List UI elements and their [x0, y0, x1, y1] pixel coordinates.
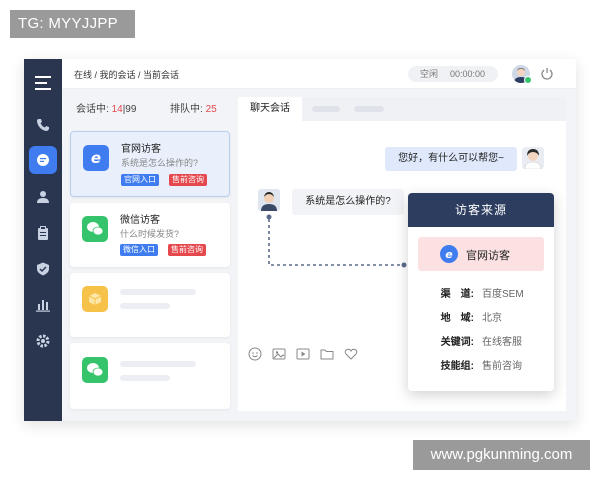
clipboard-icon[interactable] [31, 221, 55, 245]
visitor-source-name: 官网访客 [466, 250, 510, 262]
info-key: 技能组: [440, 361, 474, 372]
session-title: 微信访客 [120, 215, 160, 226]
power-icon[interactable] [540, 66, 554, 80]
tag-entry: 官网入口 [121, 174, 159, 186]
placeholder-line [120, 289, 196, 295]
info-row-skill-group: 技能组: 售前咨询 [408, 357, 554, 373]
watermark-bottom: www.pgkunming.com [413, 440, 590, 470]
session-card-placeholder[interactable] [70, 273, 230, 337]
tag-entry: 微信入口 [120, 244, 158, 256]
session-message: 系统是怎么操作的? [121, 158, 199, 168]
popup-title: 访客来源 [408, 193, 554, 227]
shield-icon[interactable] [31, 257, 55, 281]
app-window: 在线 / 我的会话 / 当前会话 空闲 00:00:00 会话中: 14|99 … [24, 59, 576, 421]
online-status-badge [524, 76, 532, 84]
session-list-panel: 会话中: 14|99 排队中: 25 e 官网访客 系统是怎么操作的? 官网入口… [70, 97, 230, 411]
info-value: 在线客服 [482, 337, 522, 348]
info-key: 渠 道: [440, 289, 474, 300]
visitor-source-badge: e 官网访客 [418, 237, 544, 271]
gear-icon[interactable] [31, 329, 55, 353]
session-card-website[interactable]: e 官网访客 系统是怎么操作的? 官网入口 售前咨询 [70, 131, 230, 197]
info-value: 北京 [482, 313, 502, 324]
session-timer: 00:00:00 [450, 69, 486, 79]
placeholder-line [120, 303, 170, 309]
session-message: 什么时候发货? [120, 229, 180, 239]
phone-icon[interactable] [31, 113, 55, 137]
breadcrumb: 在线 / 我的会话 / 当前会话 [74, 70, 180, 80]
session-card-wechat[interactable]: 微信访客 什么时候发货? 微信入口 售前咨询 [70, 203, 230, 267]
session-card-placeholder[interactable] [70, 343, 230, 409]
info-row-region: 地 域: 北京 [408, 309, 554, 325]
info-row-channel: 渠 道: 百度SEM [408, 285, 554, 301]
image-icon[interactable] [272, 347, 286, 361]
session-counts: 会话中: 14|99 排队中: 25 [70, 97, 230, 123]
info-row-keyword: 关键词: 在线客服 [408, 333, 554, 349]
tag-presales: 售前咨询 [169, 174, 207, 186]
wechat-logo-icon [82, 357, 108, 383]
sidebar [24, 59, 62, 421]
placeholder-line [120, 375, 170, 381]
svg-text:e: e [91, 150, 101, 166]
info-value: 百度SEM [482, 289, 524, 300]
ie-logo-icon: e [83, 145, 109, 171]
user-icon[interactable] [31, 185, 55, 209]
wechat-logo-icon [82, 216, 108, 242]
info-key: 关键词: [440, 337, 474, 348]
info-value: 售前咨询 [482, 361, 522, 372]
visitor-source-popup: 访客来源 e 官网访客 渠 道: 百度SEM 地 域: 北京 关键词: 在线客服… [408, 193, 554, 391]
svg-text:e: e [445, 248, 453, 260]
watermark-top: TG: MYYJJPP [10, 10, 135, 38]
bar-chart-icon[interactable] [31, 293, 55, 317]
menu-icon[interactable] [31, 71, 55, 95]
info-key: 地 域: [440, 313, 474, 324]
in-session-count: 会话中: 14|99 [76, 104, 137, 115]
video-icon[interactable] [296, 347, 310, 361]
status-pill[interactable]: 空闲 00:00:00 [408, 66, 498, 82]
heart-icon[interactable] [344, 347, 358, 361]
placeholder-line [120, 361, 196, 367]
top-bar: 在线 / 我的会话 / 当前会话 空闲 00:00:00 [62, 59, 576, 89]
box-icon [82, 286, 108, 312]
session-title: 官网访客 [121, 144, 161, 155]
status-label: 空闲 [420, 69, 439, 79]
emoji-icon[interactable] [248, 347, 262, 361]
folder-icon[interactable] [320, 347, 334, 361]
queue-count: 排队中: 25 [170, 104, 217, 115]
chat-bubble-icon[interactable] [29, 146, 57, 174]
tag-presales: 售前咨询 [168, 244, 206, 256]
ie-logo-icon: e [440, 245, 458, 263]
chat-toolbar [248, 347, 368, 363]
